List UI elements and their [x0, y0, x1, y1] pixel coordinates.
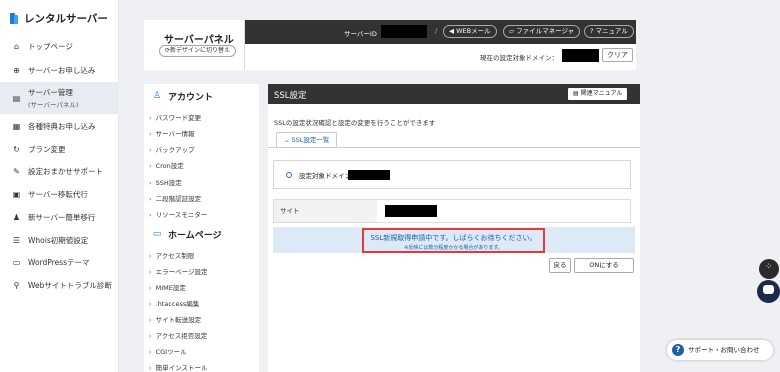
section-header: SSL設定 ▤ 関連マニュアル: [268, 84, 640, 104]
chevron-down-icon: ⌄: [284, 136, 292, 144]
server-icon: ▤: [12, 93, 21, 103]
brand-icon: [10, 13, 18, 24]
window-icon: ▭: [152, 229, 162, 239]
server-id-label: サーバーID: [344, 30, 377, 38]
pending-message-box: SSL新規取得申請中です。しばらくお待ちください。 ※反映には数分程度かかる場合…: [362, 228, 545, 253]
global-sidebar: レンタルサーバー ⌂ トップページ ⊕ サーバーお申し込み ▤ サーバー管理 (サーバ…: [0, 0, 119, 372]
tab-ssl-list[interactable]: ⌄ SSL設定一覧: [276, 132, 338, 148]
book-icon: ▤: [573, 90, 581, 97]
window-icon: ▭: [12, 257, 21, 267]
server-id-redacted: [381, 25, 427, 38]
target-domain-label: 設定対象ドメイン: [299, 172, 351, 180]
gift-icon: ▦: [12, 121, 21, 131]
account-section-header: ♙ アカウント: [152, 91, 214, 103]
panel-sidebar: ♙ アカウント › パスワード変更 › サーバー情報 › バックアップ › Cron設定 …: [144, 84, 259, 372]
sidebar-item-mime[interactable]: › MIME設定: [149, 282, 186, 292]
nav-item-plan-change[interactable]: ↻ プラン変更: [0, 141, 119, 157]
nav-item-top[interactable]: ⌂ トップページ: [0, 38, 119, 54]
nav-item-site-diagnosis[interactable]: ⚲ Webサイトトラブル診断: [0, 277, 119, 293]
diagnosis-icon: ⚲: [13, 280, 20, 290]
plus-circle-icon: ⊕: [13, 65, 20, 75]
panel-title-box: サーバーパネル ⟳新デザインに切り替え: [144, 20, 245, 70]
clear-domain-button[interactable]: クリア: [602, 48, 633, 62]
nav-item-easy-migration[interactable]: ♟ 新サーバー簡単移行: [0, 209, 119, 225]
target-domain-redacted: [348, 170, 390, 180]
page-title: SSL設定: [274, 91, 307, 101]
wrench-icon: ✎: [13, 166, 20, 176]
nav-item-setup-support[interactable]: ✎ 設定おまかせサポート: [0, 163, 119, 179]
question-icon: ?: [672, 344, 684, 356]
nav-item-wordpress-theme[interactable]: ▭ WordPressテーマ: [0, 254, 119, 270]
site-value-redacted: [385, 205, 437, 217]
panel-title: サーバーパネル: [164, 35, 234, 46]
page-description: SSLの設定状況確認と設定の変更を行うことができます: [274, 119, 436, 127]
robot-icon: [763, 285, 774, 294]
refresh-icon: ↻: [13, 144, 20, 154]
related-manual-button[interactable]: ▤ 関連マニュアル: [568, 88, 628, 100]
main-content: SSL設定 ▤ 関連マニュアル SSLの設定状況確認と設定の変更を行うことができ…: [268, 84, 640, 372]
sidebar-item-error-page[interactable]: › エラーページ設定: [149, 266, 207, 276]
sidebar-item-access-deny[interactable]: › アクセス拒否設定: [149, 330, 207, 340]
sidebar-item-resource-monitor[interactable]: › リソースモニター: [149, 209, 207, 219]
nav-item-server-manage[interactable]: ▤ サーバー管理 (サーバーパネル): [0, 82, 119, 114]
nav-item-server-order[interactable]: ⊕ サーバーお申し込み: [0, 62, 119, 78]
notice-sub-text: ※反映には数分程度かかる場合があります。: [404, 245, 503, 251]
bot-widget-button[interactable]: [757, 280, 780, 303]
sidebar-item-2fa[interactable]: › 二段階認証設定: [149, 193, 201, 203]
support-contact-button[interactable]: ? サポート・お問い合わせ: [667, 340, 773, 360]
brand-name: レンタルサーバー: [24, 13, 108, 25]
ssl-on-button[interactable]: ONにする: [574, 258, 634, 273]
notice-main-text: SSL新規取得申請中です。しばらくお待ちください。: [370, 234, 537, 242]
nav-item-migration-service[interactable]: ▣ サーバー移転代行: [0, 186, 119, 202]
sidebar-item-backup[interactable]: › バックアップ: [149, 144, 195, 154]
filemanager-button[interactable]: ▱ ファイルマネージャ: [503, 25, 581, 38]
site-row: サイト: [273, 199, 631, 223]
back-button[interactable]: 戻る: [549, 258, 571, 273]
webmail-button[interactable]: ◀ WEBメール: [443, 25, 497, 38]
manual-link[interactable]: ? マニュアル: [584, 25, 634, 38]
sidebar-item-cgi[interactable]: › CGIツール: [149, 346, 187, 356]
sidebar-item-htaccess[interactable]: › .htaccess編集: [149, 298, 199, 308]
nav-item-whois[interactable]: ☰ Whois初期値設定: [0, 232, 119, 248]
sidebar-item-access-limit[interactable]: › アクセス制限: [149, 250, 194, 260]
brand-logo[interactable]: レンタルサーバー: [10, 11, 108, 26]
tab-divider: [268, 147, 640, 148]
target-domain-box: 設定対象ドメイン: [273, 160, 631, 189]
nav-item-benefits[interactable]: ▦ 各種特典お申し込み: [0, 118, 119, 134]
sidebar-item-easy-install[interactable]: › 簡単インストール: [149, 362, 207, 372]
home-icon: ⌂: [13, 41, 20, 51]
status-notice: SSL新規取得申請中です。しばらくお待ちください。 ※反映には数分程度かかる場合…: [273, 227, 635, 253]
user-icon: ♙: [152, 91, 162, 101]
sidebar-item-password[interactable]: › パスワード変更: [149, 112, 201, 122]
chat-widget-button[interactable]: ⁘: [759, 259, 779, 279]
transfer-icon: ▣: [12, 189, 21, 199]
site-label: サイト: [274, 200, 377, 222]
current-domain-label: 現在の設定対象ドメイン：: [480, 54, 558, 62]
current-domain-redacted: [562, 49, 599, 62]
sidebar-item-ssh[interactable]: › SSH設定: [149, 177, 182, 187]
server-panel-header: サーバーID / ◀ WEBメール ▱ ファイルマネージャ ? マニュアル サー…: [144, 20, 636, 70]
user-move-icon: ♟: [12, 212, 21, 222]
sidebar-item-cron[interactable]: › Cron設定: [149, 160, 184, 170]
switch-design-button[interactable]: ⟳新デザインに切り替え: [159, 45, 237, 57]
homepage-section-header: ▭ ホームページ: [152, 229, 222, 241]
radio-ring-icon: [286, 172, 292, 178]
document-icon: ☰: [12, 235, 21, 245]
apps-icon: ⁘: [765, 262, 773, 272]
sidebar-item-server-info[interactable]: › サーバー情報: [149, 128, 195, 138]
sidebar-item-redirect[interactable]: › サイト転送設定: [149, 314, 201, 324]
